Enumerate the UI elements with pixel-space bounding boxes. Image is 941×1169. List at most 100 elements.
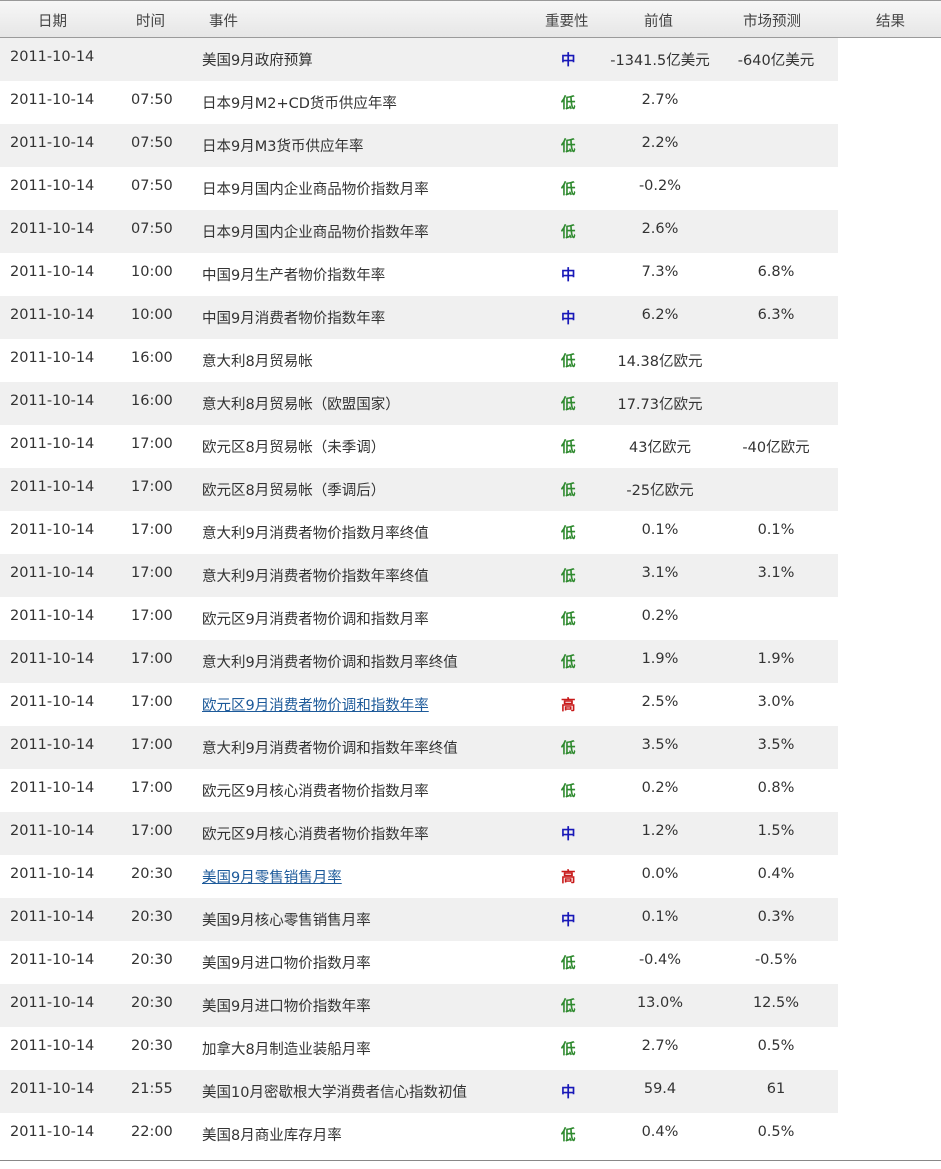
row-previous-value: 0.2% bbox=[641, 608, 679, 624]
header-date[interactable]: 日期 bbox=[38, 10, 67, 31]
table-row: 2011-10-14 07:50 日本9月国内企业商品物价指数年率 低 2.6% bbox=[0, 210, 941, 253]
row-previous-value: -1341.5亿美元 bbox=[610, 53, 710, 69]
row-previous-value: 0.2% bbox=[641, 780, 679, 796]
row-forecast-value: 6.3% bbox=[757, 307, 795, 323]
row-time: 20:30 bbox=[131, 952, 173, 968]
row-time: 17:00 bbox=[131, 737, 173, 753]
row-forecast-value: 3.5% bbox=[757, 737, 795, 753]
row-forecast-value: 0.1% bbox=[757, 522, 795, 538]
header-importance[interactable]: 重要性 bbox=[545, 10, 589, 31]
row-forecast-value: 0.5% bbox=[757, 1124, 795, 1140]
row-importance-badge: 低 bbox=[561, 569, 576, 585]
row-event: 中国9月生产者物价指数年率 bbox=[202, 268, 386, 284]
row-time: 20:30 bbox=[131, 995, 173, 1011]
row-previous-value: 17.73亿欧元 bbox=[617, 397, 703, 413]
header-forecast[interactable]: 市场预测 bbox=[743, 10, 801, 31]
row-previous-value: -25亿欧元 bbox=[626, 483, 694, 499]
row-date: 2011-10-14 bbox=[10, 823, 95, 839]
row-importance-badge: 低 bbox=[561, 354, 576, 370]
row-date: 2011-10-14 bbox=[10, 694, 95, 710]
row-time: 20:30 bbox=[131, 909, 173, 925]
table-row: 2011-10-14 10:00 中国9月生产者物价指数年率 中 7.3% 6.8% bbox=[0, 253, 941, 296]
row-importance-badge: 低 bbox=[561, 612, 576, 628]
row-event: 美国9月核心零售销售月率 bbox=[202, 913, 371, 929]
row-event: 意大利9月消费者物价指数月率终值 bbox=[202, 526, 429, 542]
table-row: 2011-10-14 20:30 美国9月进口物价指数月率 低 -0.4% -0.5% bbox=[0, 941, 941, 984]
row-time: 07:50 bbox=[131, 92, 173, 108]
row-previous-value: 0.1% bbox=[641, 909, 679, 925]
row-forecast-value: 3.1% bbox=[757, 565, 795, 581]
row-importance-badge: 中 bbox=[561, 268, 576, 284]
row-previous-value: 0.0% bbox=[641, 866, 679, 882]
table-row: 2011-10-14 17:00 欧元区9月核心消费者物价指数月率 低 0.2% 0.8% bbox=[0, 769, 941, 812]
row-event: 美国10月密歇根大学消费者信心指数初值 bbox=[202, 1085, 467, 1101]
row-previous-value: 2.2% bbox=[641, 135, 679, 151]
row-date: 2011-10-14 bbox=[10, 1124, 95, 1140]
row-forecast-value: 0.3% bbox=[757, 909, 795, 925]
row-forecast-value: -640亿美元 bbox=[737, 53, 815, 69]
row-event: 日本9月M3货币供应年率 bbox=[202, 139, 364, 155]
row-importance-badge: 高 bbox=[561, 870, 576, 886]
row-previous-value: 3.5% bbox=[641, 737, 679, 753]
table-row: 2011-10-14 20:30 美国9月进口物价指数年率 低 13.0% 12.5% bbox=[0, 984, 941, 1027]
table-row: 2011-10-14 17:00 意大利9月消费者物价调和指数年率终值 低 3.5% 3.… bbox=[0, 726, 941, 769]
header-time[interactable]: 时间 bbox=[136, 10, 165, 31]
row-importance-badge: 高 bbox=[561, 698, 576, 714]
row-time: 16:00 bbox=[131, 393, 173, 409]
row-date: 2011-10-14 bbox=[10, 264, 95, 280]
row-time: 17:00 bbox=[131, 823, 173, 839]
row-forecast-value: 0.5% bbox=[757, 1038, 795, 1054]
row-previous-value: 6.2% bbox=[641, 307, 679, 323]
row-importance-badge: 低 bbox=[561, 182, 576, 198]
row-date: 2011-10-14 bbox=[10, 393, 95, 409]
row-time: 22:00 bbox=[131, 1124, 173, 1140]
row-event-link[interactable]: 美国9月零售销售月率 bbox=[202, 866, 342, 887]
row-date: 2011-10-14 bbox=[10, 952, 95, 968]
table-row: 2011-10-14 22:00 美国8月商业库存月率 低 0.4% 0.5% bbox=[0, 1113, 941, 1156]
row-event-link[interactable]: 欧元区9月消费者物价调和指数年率 bbox=[202, 694, 429, 715]
table-header: 日期 时间 事件 重要性 前值 市场预测 结果 bbox=[0, 0, 941, 38]
row-importance-badge: 低 bbox=[561, 440, 576, 456]
row-time: 07:50 bbox=[131, 178, 173, 194]
row-time: 17:00 bbox=[131, 608, 173, 624]
row-date: 2011-10-14 bbox=[10, 221, 95, 237]
row-time: 07:50 bbox=[131, 135, 173, 151]
row-event: 美国9月进口物价指数年率 bbox=[202, 999, 371, 1015]
table-row: 2011-10-14 17:00 意大利9月消费者物价指数月率终值 低 0.1% 0.1% bbox=[0, 511, 941, 554]
row-date: 2011-10-14 bbox=[10, 737, 95, 753]
row-previous-value: 1.2% bbox=[641, 823, 679, 839]
row-date: 2011-10-14 bbox=[10, 350, 95, 366]
row-time: 20:30 bbox=[131, 866, 173, 882]
row-importance-badge: 低 bbox=[561, 999, 576, 1015]
row-time: 17:00 bbox=[131, 780, 173, 796]
row-date: 2011-10-14 bbox=[10, 49, 95, 65]
row-event: 意大利9月消费者物价调和指数月率终值 bbox=[202, 655, 458, 671]
row-previous-value: 2.7% bbox=[641, 1038, 679, 1054]
row-date: 2011-10-14 bbox=[10, 866, 95, 882]
header-event[interactable]: 事件 bbox=[209, 10, 238, 31]
row-previous-value: 43亿欧元 bbox=[629, 440, 691, 456]
row-forecast-value: 3.0% bbox=[757, 694, 795, 710]
row-date: 2011-10-14 bbox=[10, 1081, 95, 1097]
row-time: 17:00 bbox=[131, 479, 173, 495]
header-previous[interactable]: 前值 bbox=[644, 10, 673, 31]
row-event: 意大利8月贸易帐 bbox=[202, 354, 313, 370]
table-row: 2011-10-14 17:00 意大利9月消费者物价指数年率终值 低 3.1% 3.1% bbox=[0, 554, 941, 597]
table-row: 2011-10-14 美国9月政府预算 中 -1341.5亿美元 -640亿美元 bbox=[0, 38, 941, 81]
row-date: 2011-10-14 bbox=[10, 909, 95, 925]
row-date: 2011-10-14 bbox=[10, 780, 95, 796]
header-result[interactable]: 结果 bbox=[876, 10, 905, 31]
row-date: 2011-10-14 bbox=[10, 479, 95, 495]
row-importance-badge: 低 bbox=[561, 655, 576, 671]
row-date: 2011-10-14 bbox=[10, 565, 95, 581]
table-row: 2011-10-14 17:00 欧元区9月消费者物价调和指数年率 高 2.5% 3.0% bbox=[0, 683, 941, 726]
row-event: 美国8月商业库存月率 bbox=[202, 1128, 342, 1144]
row-date: 2011-10-14 bbox=[10, 135, 95, 151]
row-importance-badge: 低 bbox=[561, 139, 576, 155]
row-importance-badge: 低 bbox=[561, 1128, 576, 1144]
row-event: 意大利9月消费者物价指数年率终值 bbox=[202, 569, 429, 585]
row-date: 2011-10-14 bbox=[10, 1038, 95, 1054]
row-date: 2011-10-14 bbox=[10, 178, 95, 194]
row-importance-badge: 中 bbox=[561, 827, 576, 843]
row-importance-badge: 中 bbox=[561, 311, 576, 327]
